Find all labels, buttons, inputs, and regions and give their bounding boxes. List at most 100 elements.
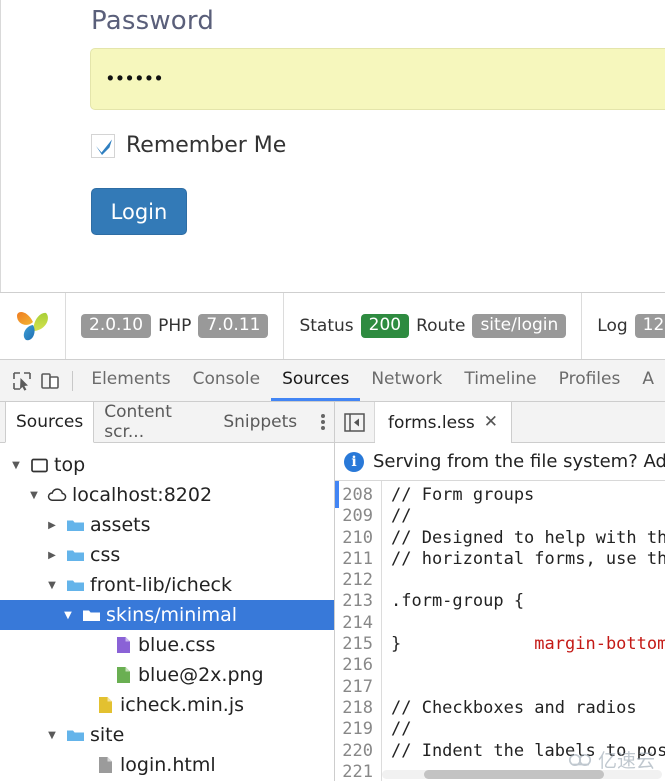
inspect-element-icon[interactable] xyxy=(8,364,36,398)
line-number: 214 xyxy=(342,612,373,633)
login-button[interactable]: Login xyxy=(91,188,187,235)
html-file-icon xyxy=(92,756,118,774)
remember-me-row[interactable]: Remember Me xyxy=(91,133,286,158)
php-label: PHP xyxy=(158,316,192,336)
device-toolbar-icon[interactable] xyxy=(36,364,64,398)
horizontal-scrollbar[interactable] xyxy=(382,770,662,779)
line-number: 221 xyxy=(342,761,373,781)
navigator-tab-sources[interactable]: Sources xyxy=(5,402,95,443)
yii-log-block[interactable]: Log 12 xyxy=(582,293,665,359)
twisty-open-icon[interactable]: ▼ xyxy=(24,490,44,501)
code-area[interactable]: 208 209 210 211 212 213 214 215 216 217 … xyxy=(335,481,665,781)
code-line: // xyxy=(391,506,412,527)
password-label: Password xyxy=(91,6,215,36)
navigator-tab-content-scripts[interactable]: Content scr... xyxy=(94,402,213,442)
tree-item-skins-minimal[interactable]: ▼ skins/minimal xyxy=(0,600,334,630)
status-label: Status xyxy=(299,316,354,336)
tab-sources[interactable]: Sources xyxy=(271,360,361,401)
tree-label: top xyxy=(54,454,86,476)
yii-version-block[interactable]: 2.0.10 PHP 7.0.11 xyxy=(66,293,285,359)
tree-item-assets[interactable]: ▶ assets xyxy=(0,510,334,540)
tree-item-css[interactable]: ▶ css xyxy=(0,540,334,570)
navigator-tabbar: Sources Content scr... Snippets xyxy=(0,402,334,443)
toolbar-divider xyxy=(71,370,73,391)
kebab-menu-icon[interactable] xyxy=(311,402,334,442)
editor-tabbar: forms.less ✕ xyxy=(335,402,665,443)
php-version-badge: 7.0.11 xyxy=(198,313,269,339)
route-badge: site/login xyxy=(472,313,567,339)
image-file-icon xyxy=(110,666,136,684)
tab-elements[interactable]: Elements xyxy=(80,360,181,401)
tree-label: assets xyxy=(90,514,151,536)
tree-label: front-lib/icheck xyxy=(90,574,232,596)
folder-icon xyxy=(78,608,104,623)
twisty-open-icon[interactable]: ▼ xyxy=(42,730,62,741)
line-number: 218 xyxy=(342,697,373,718)
yii-logo-cell[interactable] xyxy=(0,293,66,359)
tree-item-icheck-min-js[interactable]: ▶ icheck.min.js xyxy=(0,690,334,720)
tree-item-front-lib-icheck[interactable]: ▼ front-lib/icheck xyxy=(0,570,334,600)
line-number: 215 xyxy=(342,634,373,655)
tab-timeline[interactable]: Timeline xyxy=(453,360,547,401)
collapse-sidebar-icon[interactable] xyxy=(335,402,375,442)
code-lines[interactable]: // Form groups // // Designed to help wi… xyxy=(382,481,665,781)
scrollbar-thumb xyxy=(424,770,604,779)
line-number: 212 xyxy=(342,570,373,591)
tree-item-top[interactable]: ▼ top xyxy=(0,450,334,480)
yii-debug-toolbar: 2.0.10 PHP 7.0.11 Status 200 Route site/… xyxy=(0,292,665,360)
frame-icon xyxy=(26,458,52,473)
editor-tab-forms-less[interactable]: forms.less ✕ xyxy=(375,402,513,443)
yii-logo xyxy=(16,312,48,341)
twisty-open-icon[interactable]: ▼ xyxy=(42,580,62,591)
line-number: 216 xyxy=(342,655,373,676)
twisty-closed-icon[interactable]: ▶ xyxy=(42,550,62,561)
editor-tab-label: forms.less xyxy=(388,412,475,433)
source-editor: forms.less ✕ i Serving from the file sys… xyxy=(335,402,665,781)
remember-me-checkbox[interactable] xyxy=(91,133,115,158)
twisty-open-icon[interactable]: ▼ xyxy=(6,460,26,471)
folder-icon xyxy=(62,578,88,593)
devtools-body: Sources Content scr... Snippets ▼ top ▼ xyxy=(0,402,665,781)
log-label: Log xyxy=(597,316,628,336)
file-tree: ▼ top ▼ localhost:8202 ▶ assets ▶ css ▼ … xyxy=(0,443,334,781)
line-number: 211 xyxy=(342,548,373,569)
code-property: margin-bottom xyxy=(513,634,665,655)
tree-item-blue-2x-png[interactable]: ▶ blue@2x.png xyxy=(0,660,334,690)
tab-profiles[interactable]: Profiles xyxy=(548,360,632,401)
css-file-icon xyxy=(110,636,136,654)
tab-network[interactable]: Network xyxy=(360,360,453,401)
status-badge: 200 xyxy=(360,313,410,339)
sources-navigator: Sources Content scr... Snippets ▼ top ▼ xyxy=(0,402,335,781)
code-line: // Form groups xyxy=(391,485,535,505)
editor-info-bar: i Serving from the file system? Add yo xyxy=(335,443,665,481)
tab-console[interactable]: Console xyxy=(182,360,272,401)
line-number: 209 xyxy=(342,506,373,527)
js-file-icon xyxy=(92,696,118,714)
login-page-area: Password •••••• Remember Me Login xyxy=(0,0,665,292)
checkmark-icon xyxy=(96,139,112,155)
line-number: 220 xyxy=(342,740,373,761)
twisty-closed-icon[interactable]: ▶ xyxy=(42,520,62,531)
folder-icon xyxy=(62,548,88,563)
tree-label: skins/minimal xyxy=(106,604,238,626)
navigator-tab-snippets[interactable]: Snippets xyxy=(213,402,307,442)
close-icon[interactable]: ✕ xyxy=(484,414,498,431)
tree-item-blue-css[interactable]: ▶ blue.css xyxy=(0,630,334,660)
line-number: 219 xyxy=(342,719,373,740)
tree-item-login-html[interactable]: ▶ login.html xyxy=(0,750,334,780)
yii-request-block[interactable]: Status 200 Route site/login xyxy=(284,293,583,359)
tree-label: login.html xyxy=(120,754,216,776)
code-line: // horizontal forms, use the xyxy=(391,548,665,569)
yii-version-badge: 2.0.10 xyxy=(81,313,152,339)
tab-application[interactable]: A xyxy=(631,360,665,401)
modification-marker xyxy=(335,481,339,781)
line-number: 210 xyxy=(342,527,373,548)
tree-item-site[interactable]: ▼ site xyxy=(0,720,334,750)
code-line: // Indent the labels to posi xyxy=(391,740,665,761)
tree-item-localhost[interactable]: ▼ localhost:8202 xyxy=(0,480,334,510)
password-input[interactable]: •••••• xyxy=(90,48,665,110)
line-number: 208 xyxy=(342,485,373,505)
twisty-open-icon[interactable]: ▼ xyxy=(58,610,78,621)
